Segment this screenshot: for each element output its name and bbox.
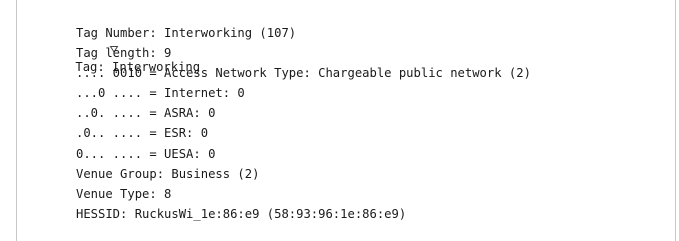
packet-details-tree: Tag: Interworking Tag Number: Interworki… — [0, 0, 679, 241]
tree-field-venue-group[interactable]: Venue Group: Business (2) — [76, 165, 259, 183]
tree-field-access-network-type[interactable]: .... 0010 = Access Network Type: Chargea… — [76, 64, 531, 82]
tree-field-venue-type[interactable]: Venue Type: 8 — [76, 185, 171, 203]
tree-field-uesa[interactable]: 0... .... = UESA: 0 — [76, 145, 215, 163]
triangle-expanded-icon[interactable] — [65, 23, 119, 53]
tree-field-tag-length[interactable]: Tag length: 9 — [76, 44, 171, 62]
tree-field-asra[interactable]: ..0. .... = ASRA: 0 — [76, 104, 215, 122]
tree-field-hessid[interactable]: HESSID: RuckusWi_1e:86:e9 (58:93:96:1e:8… — [76, 205, 406, 223]
tree-node-interworking-tag[interactable]: Tag: Interworking — [36, 4, 200, 74]
tree-field-internet[interactable]: ...0 .... = Internet: 0 — [76, 84, 245, 102]
tree-field-esr[interactable]: .0.. .... = ESR: 0 — [76, 124, 208, 142]
tree-field-tag-number[interactable]: Tag Number: Interworking (107) — [76, 24, 296, 42]
